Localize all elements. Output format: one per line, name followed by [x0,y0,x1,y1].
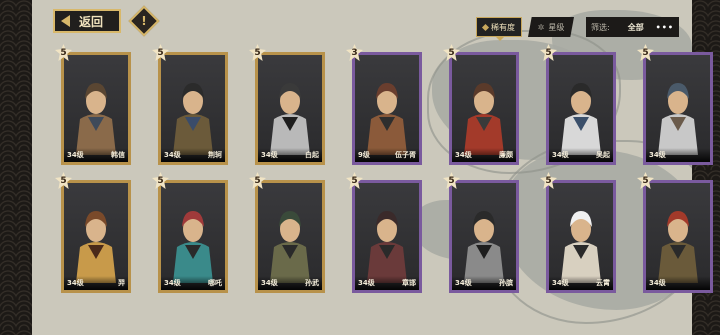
back-button[interactable]: 返回 [53,9,121,33]
hero-card[interactable]: 34级 荆轲 [158,52,228,165]
hero-name: 吴起 [596,151,610,159]
hero-level: 34级 [164,151,181,159]
hero-card[interactable]: 34级 云霄 [546,180,616,293]
filter-value: 全部 [627,22,644,32]
star-icon: ✲ [537,22,545,32]
hero-card[interactable]: 34级 羿 [61,180,131,293]
hero-portrait [76,83,116,155]
filter-label: 筛选: [591,22,610,32]
hero-level: 34级 [358,279,375,287]
card-info-bar: 34级 [646,276,710,290]
hero-portrait [173,83,213,155]
hero-portrait [561,211,601,283]
hero-name: 羿 [118,279,125,287]
left-border [0,0,32,335]
hero-name: 韩信 [111,151,125,159]
hero-level: 34级 [649,151,666,159]
hero-portrait [76,211,116,283]
hero-portrait [658,83,698,155]
hero-card[interactable]: 34级 [643,180,713,293]
hero-portrait [367,211,407,283]
card-info-bar: 34级 [646,148,710,162]
card-info-bar: 34级 孙膑 [452,276,516,290]
card-info-bar: 34级 孙武 [258,276,322,290]
card-info-bar: 34级 吴起 [549,148,613,162]
hero-name: 廉颇 [499,151,513,159]
card-info-bar: 34级 羿 [64,276,128,290]
hero-level: 34级 [455,151,472,159]
sort-rarity-label: 稀有度 [491,22,515,32]
card-info-bar: 34级 白起 [258,148,322,162]
hero-portrait [270,211,310,283]
hero-card[interactable]: 34级 白起 [255,52,325,165]
hero-level: 34级 [67,279,84,287]
hero-level: 34级 [164,279,181,287]
more-options-icon[interactable]: ••• [656,23,674,32]
hero-level: 34级 [455,279,472,287]
hero-card[interactable]: 34级 吴起 [546,52,616,165]
hero-portrait [367,83,407,155]
hero-level: 34级 [67,151,84,159]
sort-star-label: 星级 [548,22,565,32]
hero-name: 伍子胥 [395,151,416,159]
diamond-icon [481,23,490,31]
hero-level: 34级 [552,279,569,287]
card-info-bar: 34级 韩信 [64,148,128,162]
hero-portrait [561,83,601,155]
back-label: 返回 [79,14,104,29]
card-info-bar: 34级 廉颇 [452,148,516,162]
hero-name: 荆轲 [208,151,222,159]
hero-card[interactable]: 9级 伍子胥 [352,52,422,165]
hero-name: 哪吒 [208,279,222,287]
hero-level: 34级 [261,151,278,159]
back-arrow-icon [61,15,70,27]
card-info-bar: 34级 云霄 [549,276,613,290]
hero-portrait [270,83,310,155]
card-info-bar: 34级 章邯 [355,276,419,290]
exclamation-icon: ! [141,14,147,28]
hero-card[interactable]: 34级 孙膑 [449,180,519,293]
card-info-bar: 34级 哪吒 [161,276,225,290]
hero-name: 云霄 [596,279,610,287]
hero-name: 章邯 [402,279,416,287]
hero-card[interactable]: 34级 [643,52,713,165]
hero-card[interactable]: 34级 韩信 [61,52,131,165]
sort-rarity-button[interactable]: 稀有度 [476,17,522,37]
hero-level: 34级 [261,279,278,287]
hero-card[interactable]: 34级 廉颇 [449,52,519,165]
hero-level: 34级 [552,151,569,159]
card-info-bar: 9级 伍子胥 [355,148,419,162]
hero-name: 孙膑 [499,279,513,287]
hero-level: 34级 [649,279,666,287]
filter-dropdown[interactable]: 筛选: 全部 ••• [586,17,679,37]
card-info-bar: 34级 荆轲 [161,148,225,162]
hero-level: 9级 [358,151,370,159]
hero-name: 孙武 [305,279,319,287]
hero-portrait [464,83,504,155]
sort-direction-icon [495,36,505,41]
hero-card[interactable]: 34级 哪吒 [158,180,228,293]
hero-name: 白起 [305,151,319,159]
hero-portrait [464,211,504,283]
hero-card[interactable]: 34级 孙武 [255,180,325,293]
sort-star-button[interactable]: ✲ 星级 [528,17,574,37]
hero-portrait [173,211,213,283]
hero-card[interactable]: 34级 章邯 [352,180,422,293]
hero-portrait [658,211,698,283]
